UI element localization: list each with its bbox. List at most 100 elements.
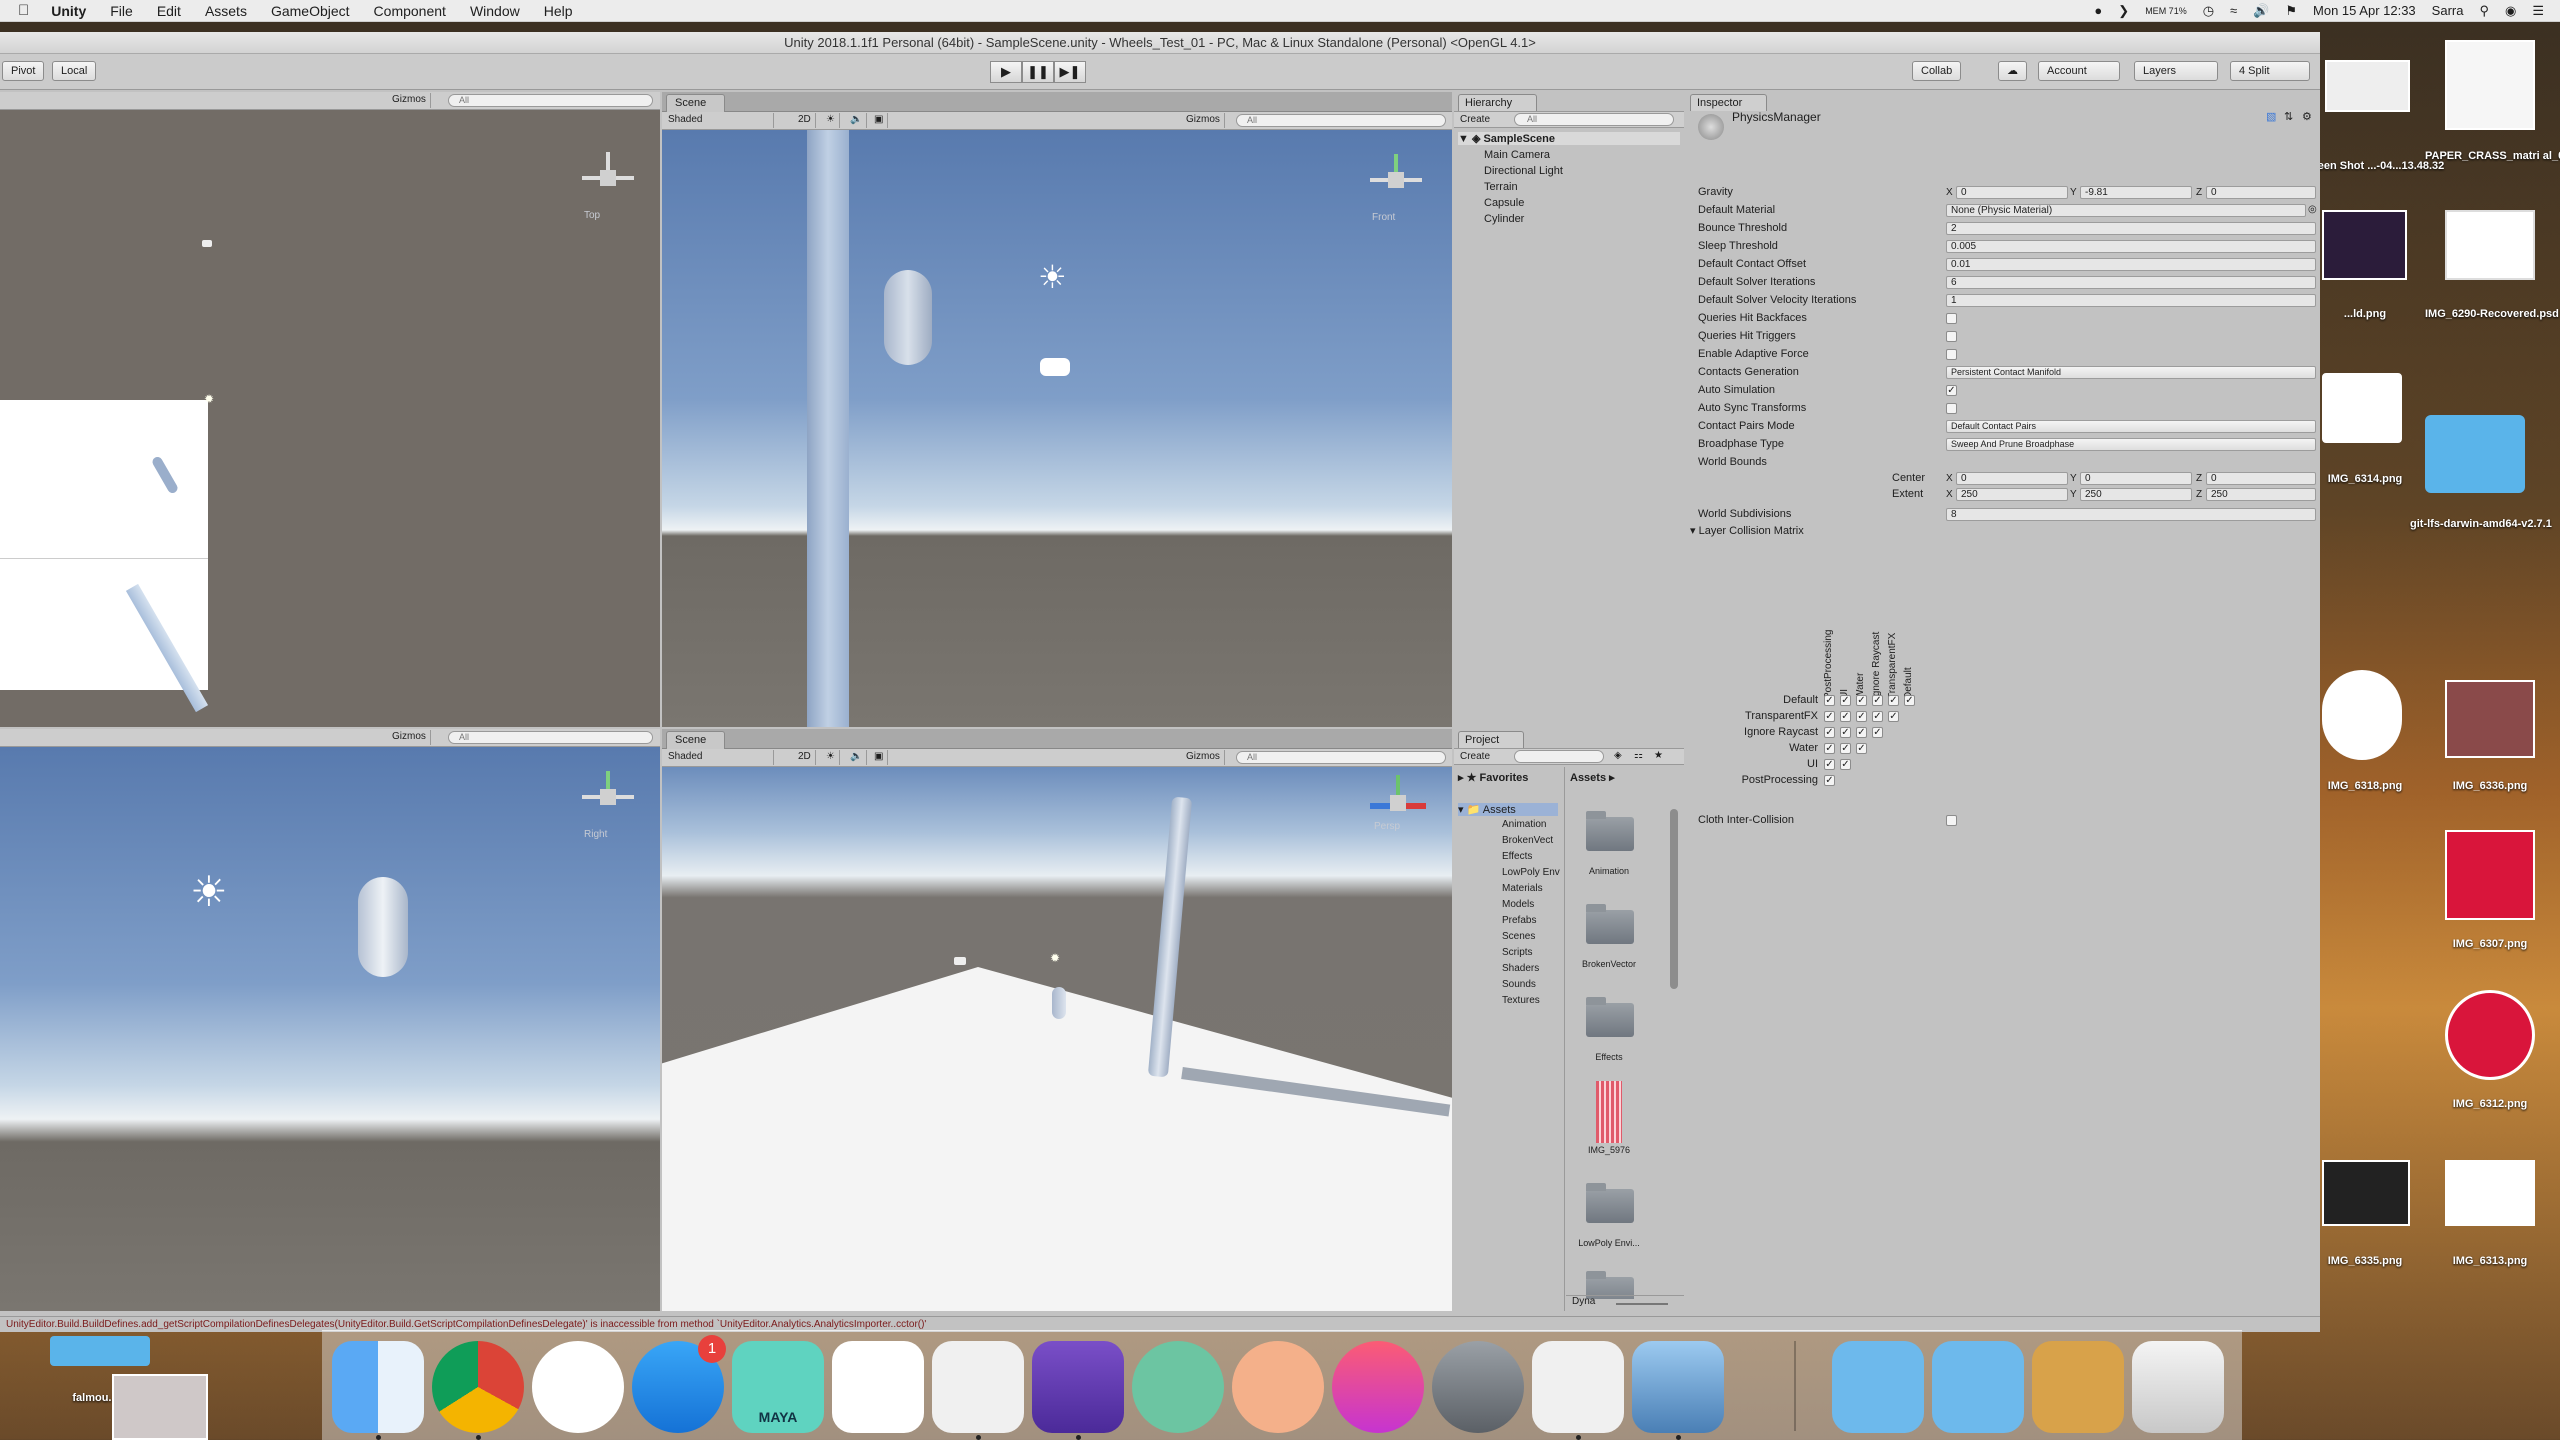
search-input[interactable]: All	[448, 731, 653, 744]
gear-icon[interactable]: ⚙	[2302, 110, 2312, 123]
collision-checkbox[interactable]: ✓	[1856, 727, 1867, 738]
folder-icon[interactable]	[2425, 415, 2525, 493]
unity-editor-icon[interactable]	[1532, 1341, 1624, 1433]
audio-toggle-icon[interactable]: 🔈	[846, 750, 868, 765]
atom-icon[interactable]	[1132, 1341, 1224, 1433]
collision-checkbox[interactable]: ✓	[1872, 711, 1883, 722]
list-item[interactable]: Cylinder	[1484, 213, 1524, 225]
collision-checkbox[interactable]: ✓	[1872, 727, 1883, 738]
tab-inspector[interactable]: Inspector	[1690, 94, 1768, 111]
effects-dropdown-icon[interactable]: ▣	[870, 113, 889, 128]
tree-item[interactable]: Animation	[1502, 819, 1546, 830]
collision-checkbox[interactable]: ✓	[1824, 727, 1835, 738]
desktop-icon-img6307[interactable]	[2445, 830, 2535, 920]
tree-item[interactable]: Scenes	[1502, 931, 1535, 942]
creative-cloud-icon[interactable]: ●	[2094, 3, 2102, 18]
visual-studio-icon[interactable]	[1032, 1341, 1124, 1433]
pivot-toggle[interactable]: Pivot	[2, 61, 45, 81]
itunes-icon[interactable]	[1332, 1341, 1424, 1433]
desktop-icon-photo[interactable]	[112, 1374, 208, 1440]
menu-file[interactable]: File	[98, 3, 145, 19]
desktop-icon-img6335[interactable]	[2322, 1160, 2410, 1226]
search-input[interactable]: All	[1236, 751, 1446, 764]
account-dropdown[interactable]: Account	[2038, 61, 2120, 81]
queries-triggers-checkbox[interactable]	[1946, 331, 1957, 342]
orientation-gizmo[interactable]: Top	[578, 148, 638, 221]
unity-icon[interactable]	[932, 1341, 1024, 1433]
tab-scene[interactable]: Scene	[666, 731, 726, 749]
contact-offset-field[interactable]: 0.01	[1946, 258, 2316, 271]
audio-toggle-icon[interactable]: 🔈	[846, 113, 868, 128]
collision-matrix-header[interactable]: ▾ Layer Collision Matrix	[1690, 524, 1804, 537]
center-z-field[interactable]: 0	[2206, 472, 2316, 485]
scene-canvas[interactable]: ☀ Right	[0, 747, 660, 1311]
list-item[interactable]: Terrain	[1484, 181, 1518, 193]
extent-y-field[interactable]: 250	[2080, 488, 2192, 501]
auto-simulation-checkbox[interactable]: ✓	[1946, 385, 1957, 396]
collision-checkbox[interactable]: ✓	[1856, 743, 1867, 754]
scene-canvas[interactable]: ✹ Persp	[662, 767, 1452, 1311]
preset-icon[interactable]: ⇅	[2284, 110, 2293, 123]
menu-assets[interactable]: Assets	[193, 3, 259, 19]
siri-icon[interactable]: ◉	[2505, 3, 2516, 19]
menu-window[interactable]: Window	[458, 3, 532, 19]
spotlight-icon[interactable]: ⚲	[2479, 3, 2489, 19]
gizmos-dropdown[interactable]: Gizmos	[388, 730, 431, 745]
flag-icon[interactable]: ⚑	[2285, 3, 2297, 19]
tree-item[interactable]: Materials	[1502, 883, 1543, 894]
extent-x-field[interactable]: 250	[1956, 488, 2068, 501]
tab-hierarchy[interactable]: Hierarchy	[1458, 94, 1538, 111]
desktop-icon-screenshot[interactable]	[2325, 60, 2410, 112]
folder-icon[interactable]	[1582, 809, 1638, 853]
light-toggle-icon[interactable]: ☀	[822, 113, 840, 128]
assets-root[interactable]: ▾ 📁 Assets	[1458, 803, 1558, 816]
list-item[interactable]: Main Camera	[1484, 149, 1550, 161]
tab-project[interactable]: Project	[1458, 731, 1525, 748]
gizmos-dropdown[interactable]: Gizmos	[388, 93, 431, 108]
unity-hub-icon[interactable]	[832, 1341, 924, 1433]
desktop-icon-image[interactable]	[2322, 210, 2407, 280]
gizmos-dropdown[interactable]: Gizmos	[1182, 113, 1225, 128]
broadphase-dropdown[interactable]: Sweep And Prune Broadphase	[1946, 438, 2316, 451]
menu-edit[interactable]: Edit	[145, 3, 193, 19]
collision-checkbox[interactable]: ✓	[1840, 711, 1851, 722]
effects-dropdown-icon[interactable]: ▣	[870, 750, 889, 765]
menu-help[interactable]: Help	[532, 3, 585, 19]
desktop-icon-img6336[interactable]	[2445, 680, 2535, 758]
list-item[interactable]: Directional Light	[1484, 165, 1563, 177]
applications-folder-icon[interactable]	[1832, 1341, 1924, 1433]
collision-checkbox[interactable]: ✓	[1824, 743, 1835, 754]
collision-checkbox[interactable]: ✓	[1840, 759, 1851, 770]
folder-icon[interactable]	[1582, 995, 1638, 1039]
contact-pairs-dropdown[interactable]: Default Contact Pairs	[1946, 420, 2316, 433]
desktop-icon-psd[interactable]	[2445, 210, 2535, 280]
folder-icon[interactable]	[1582, 1181, 1638, 1225]
chevron-right-icon[interactable]: ❯	[2118, 3, 2129, 19]
orientation-gizmo[interactable]: Persp	[1368, 773, 1428, 833]
search-input[interactable]: All	[448, 94, 653, 107]
volume-icon[interactable]: 🔊	[2253, 3, 2269, 19]
trash-icon[interactable]	[2132, 1341, 2224, 1433]
zoom-slider[interactable]	[1616, 1303, 1668, 1305]
tab-scene[interactable]: Scene	[666, 94, 726, 112]
list-item[interactable]: Capsule	[1484, 197, 1524, 209]
help-icon[interactable]: ▧	[2266, 110, 2276, 123]
gravity-x-field[interactable]: 0	[1956, 186, 2068, 199]
tree-item[interactable]: Textures	[1502, 995, 1540, 1006]
downloads-stack-icon[interactable]	[2032, 1341, 2124, 1433]
user-name[interactable]: Sarra	[2432, 3, 2464, 18]
collision-checkbox[interactable]: ✓	[1824, 759, 1835, 770]
desktop-icon-folder[interactable]	[50, 1336, 150, 1366]
search-input[interactable]: All	[1236, 114, 1446, 127]
tree-item[interactable]: Scripts	[1502, 947, 1533, 958]
scene-view-top[interactable]: Gizmos All ✹ Top	[0, 92, 660, 727]
tree-item[interactable]: Models	[1502, 899, 1534, 910]
wifi-icon[interactable]: ≈	[2230, 3, 2237, 18]
collision-checkbox[interactable]: ✓	[1840, 695, 1851, 706]
menu-gameobject[interactable]: GameObject	[259, 3, 362, 19]
collision-checkbox[interactable]: ✓	[1840, 727, 1851, 738]
scene-canvas[interactable]: ✹ Top	[0, 110, 660, 727]
folder-icon[interactable]	[1582, 902, 1638, 946]
favorites-header[interactable]: ▸ ★ Favorites	[1458, 771, 1528, 784]
adaptive-force-checkbox[interactable]	[1946, 349, 1957, 360]
